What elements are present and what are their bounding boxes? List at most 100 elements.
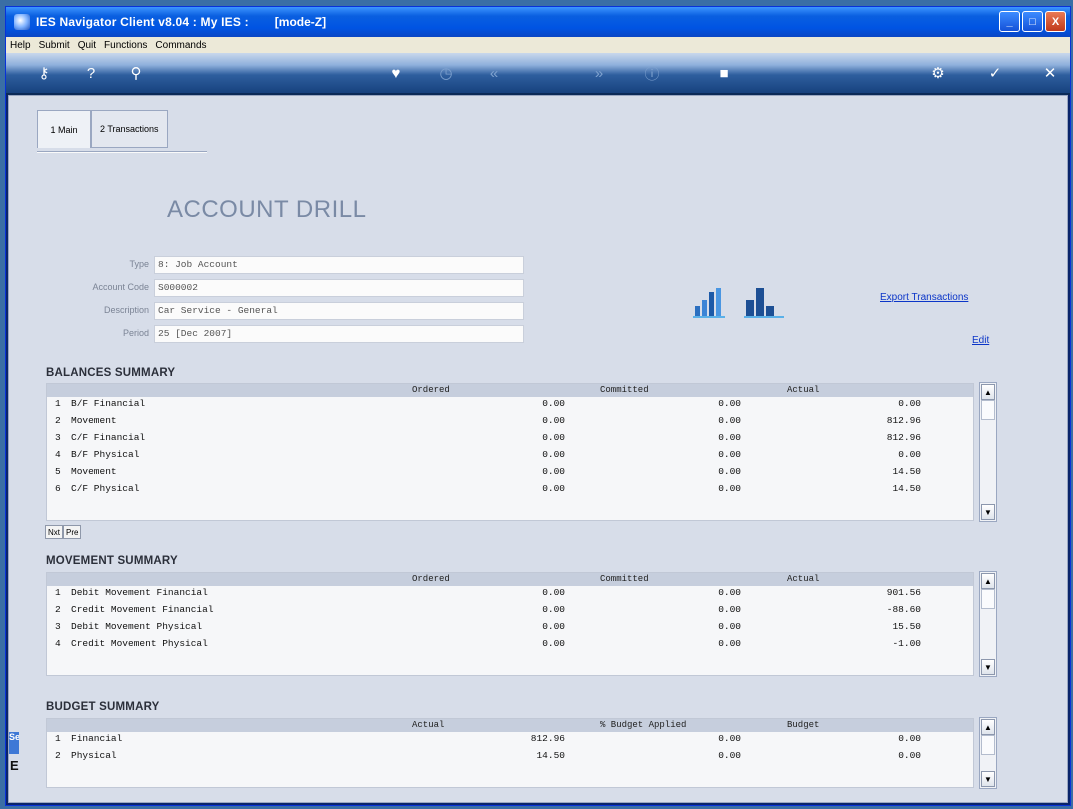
clock-icon[interactable]: ◷ — [436, 63, 456, 83]
cell-actual: 901.56 — [886, 587, 921, 598]
table-row[interactable]: 1 Financial 812.96 0.00 0.00 — [47, 732, 973, 749]
column-chart-icon[interactable] — [744, 286, 788, 320]
table-row[interactable]: 6 C/F Physical 0.00 0.00 14.50 — [47, 482, 973, 499]
export-transactions-link[interactable]: Export Transactions — [880, 292, 968, 303]
col-committed: Committed — [600, 385, 649, 395]
next-button[interactable]: Nxt — [45, 525, 63, 539]
balances-table-header: Ordered Committed Actual — [47, 384, 973, 397]
menu-functions[interactable]: Functions — [104, 40, 147, 51]
cell-committed: 0.00 — [718, 466, 741, 477]
help-icon[interactable]: ? — [81, 63, 101, 83]
cell-ordered: 0.00 — [542, 621, 565, 632]
menu-submit[interactable]: Submit — [39, 40, 70, 51]
table-row[interactable]: 3 C/F Financial 0.00 0.00 812.96 — [47, 431, 973, 448]
scroll-thumb[interactable] — [981, 400, 995, 420]
side-panel-glyph: E — [10, 758, 19, 773]
cell-committed: 0.00 — [718, 398, 741, 409]
scroll-thumb[interactable] — [981, 735, 995, 755]
scroll-up-icon[interactable]: ▲ — [981, 573, 995, 589]
check-icon[interactable]: ✓ — [985, 63, 1005, 83]
scroll-up-icon[interactable]: ▲ — [981, 719, 995, 735]
table-row[interactable]: 2 Physical 14.50 0.00 0.00 — [47, 749, 973, 766]
menu-commands[interactable]: Commands — [155, 40, 206, 51]
fast-forward-icon[interactable]: » — [589, 63, 609, 83]
app-window: IES Navigator Client v8.04 : My IES : [m… — [5, 6, 1071, 806]
table-row[interactable]: 1 B/F Financial 0.00 0.00 0.00 — [47, 397, 973, 414]
balances-scrollbar[interactable]: ▲ ▼ — [979, 382, 997, 522]
row-number: 6 — [55, 483, 61, 494]
title-bar[interactable]: IES Navigator Client v8.04 : My IES : [m… — [6, 7, 1070, 37]
account-code-label: Account Code — [92, 282, 149, 292]
balances-summary-title: BALANCES SUMMARY — [46, 367, 176, 379]
row-label: Movement — [71, 415, 117, 426]
cell-actual: 0.00 — [898, 398, 921, 409]
cell-ordered: 0.00 — [542, 604, 565, 615]
row-number: 2 — [55, 750, 61, 761]
scroll-down-icon[interactable]: ▼ — [981, 504, 995, 520]
row-label: Debit Movement Physical — [71, 621, 203, 632]
main-content: 1 Main 2 Transactions ACCOUNT DRILL Type… — [8, 95, 1068, 803]
table-row[interactable]: 2 Movement 0.00 0.00 812.96 — [47, 414, 973, 431]
row-number: 1 — [55, 398, 61, 409]
menu-quit[interactable]: Quit — [78, 40, 96, 51]
side-panel-tab[interactable]: Se — [9, 732, 19, 754]
description-label: Description — [103, 305, 149, 315]
info-icon[interactable]: ⓘ — [642, 63, 662, 83]
cell-committed: 0.00 — [718, 432, 741, 443]
col-budget-applied: % Budget Applied — [600, 720, 687, 730]
menu-bar: Help Submit Quit Functions Commands — [6, 37, 1070, 53]
description-field[interactable]: Car Service - General — [154, 302, 524, 320]
scroll-down-icon[interactable]: ▼ — [981, 771, 995, 787]
row-number: 3 — [55, 621, 61, 632]
search-icon[interactable]: ⚲ — [126, 63, 146, 83]
budget-summary-title: BUDGET SUMMARY — [46, 701, 160, 713]
cancel-icon[interactable]: ✕ — [1040, 63, 1060, 83]
tab-strip: 1 Main 2 Transactions — [37, 110, 168, 150]
close-button[interactable]: X — [1045, 11, 1066, 32]
row-label: Debit Movement Financial — [71, 587, 208, 598]
cell-c1: 812.96 — [530, 733, 565, 744]
cell-ordered: 0.00 — [542, 638, 565, 649]
movement-scrollbar[interactable]: ▲ ▼ — [979, 571, 997, 677]
type-field[interactable]: 8: Job Account — [154, 256, 524, 274]
table-row[interactable]: 2 Credit Movement Financial 0.00 0.00 -88.60 — [47, 603, 973, 620]
edit-link[interactable]: Edit — [972, 335, 989, 346]
table-row[interactable]: 4 B/F Physical 0.00 0.00 0.00 — [47, 448, 973, 465]
budget-scrollbar[interactable]: ▲ ▼ — [979, 717, 997, 789]
col-actual: Actual — [412, 720, 445, 730]
scroll-down-icon[interactable]: ▼ — [981, 659, 995, 675]
table-row[interactable]: 5 Movement 0.00 0.00 14.50 — [47, 465, 973, 482]
period-field[interactable]: 25 [Dec 2007] — [154, 325, 524, 343]
cell-committed: 0.00 — [718, 449, 741, 460]
tab-divider — [37, 151, 207, 153]
table-row[interactable]: 1 Debit Movement Financial 0.00 0.00 901.56 — [47, 586, 973, 603]
minimize-button[interactable]: _ — [999, 11, 1020, 32]
col-ordered: Ordered — [412, 574, 450, 584]
cell-ordered: 0.00 — [542, 432, 565, 443]
menu-help[interactable]: Help — [10, 40, 31, 51]
cell-committed: 0.00 — [718, 587, 741, 598]
prev-button[interactable]: Pre — [63, 525, 82, 539]
gear-icon[interactable]: ⚙ — [928, 63, 948, 83]
bar-chart-icon[interactable] — [693, 286, 737, 320]
heart-icon[interactable]: ♥ — [386, 63, 406, 83]
maximize-button[interactable]: □ — [1022, 11, 1043, 32]
tab-main[interactable]: 1 Main — [37, 110, 91, 148]
col-actual: Actual — [787, 385, 820, 395]
table-row[interactable]: 3 Debit Movement Physical 0.00 0.00 15.50 — [47, 620, 973, 637]
type-label: Type — [129, 259, 149, 269]
table-row[interactable]: 4 Credit Movement Physical 0.00 0.00 -1.00 — [47, 637, 973, 654]
stop-icon[interactable]: ■ — [714, 63, 734, 83]
cell-committed: 0.00 — [718, 604, 741, 615]
scroll-thumb[interactable] — [981, 589, 995, 609]
key-icon[interactable]: ⚷ — [34, 63, 54, 83]
rewind-icon[interactable]: « — [484, 63, 504, 83]
tab-transactions[interactable]: 2 Transactions — [91, 110, 168, 148]
row-label: B/F Physical — [71, 449, 140, 460]
row-number: 5 — [55, 466, 61, 477]
row-label: Physical — [71, 750, 117, 761]
account-code-field[interactable]: S000002 — [154, 279, 524, 297]
cell-committed: 0.00 — [718, 638, 741, 649]
scroll-up-icon[interactable]: ▲ — [981, 384, 995, 400]
col-budget: Budget — [787, 720, 820, 730]
